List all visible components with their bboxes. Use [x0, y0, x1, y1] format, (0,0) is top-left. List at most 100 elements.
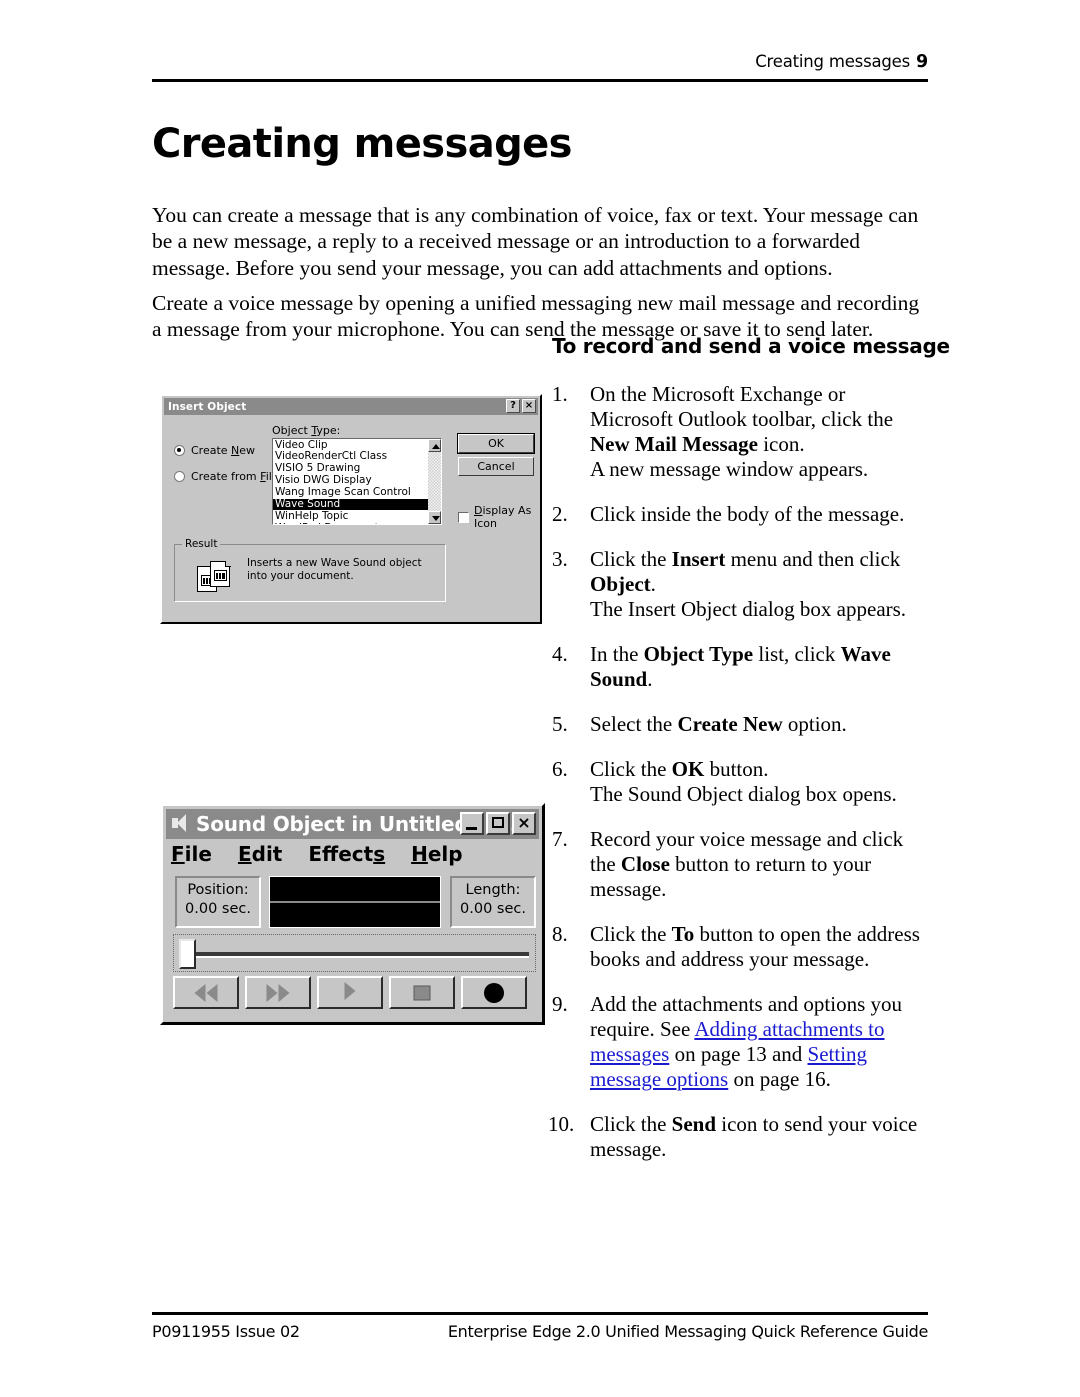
page-number: 9	[916, 52, 928, 72]
waveform-midline	[270, 901, 440, 903]
step-run: on page 16.	[728, 1067, 831, 1091]
step-run: menu and then click	[725, 547, 901, 571]
close-icon[interactable]: ×	[522, 399, 536, 413]
procedure-step: 1. On the Microsoft Exchange or Microsoft…	[552, 382, 928, 482]
menu-effects[interactable]: Effects	[308, 842, 385, 866]
radio-create-new[interactable]: Create New	[174, 444, 255, 457]
footer-document-code: P0911955 Issue 02	[152, 1322, 300, 1341]
step-number: 4.	[552, 642, 568, 666]
step-run: On the Microsoft Exchange or Microsoft O…	[590, 382, 894, 431]
object-type-item[interactable]: Wave Sound	[273, 498, 429, 511]
step-number: 2.	[552, 502, 568, 526]
procedure-step: 7. Record your voice message and click th…	[552, 827, 928, 902]
step-emphasis: Send	[671, 1112, 717, 1136]
procedure-step-list: 1. On the Microsoft Exchange or Microsoft…	[548, 382, 928, 1182]
listbox-scrollbar[interactable]	[428, 439, 441, 524]
cancel-button[interactable]: Cancel	[458, 457, 534, 476]
step-text: Click the Send icon to send your voice m…	[590, 1112, 917, 1161]
radio-create-new-label: Create New	[191, 444, 256, 457]
sound-object-menubar: File Edit Effects Help	[171, 842, 463, 866]
length-panel: Length: 0.00 sec.	[450, 876, 536, 928]
sound-object-dialog: Sound Object in Untitled - M... × File E…	[160, 803, 545, 1025]
scrollbar-track[interactable]	[428, 452, 441, 511]
step-result-text: The Sound Object dialog box opens.	[590, 782, 897, 806]
object-type-item[interactable]: Video Clip	[273, 439, 429, 451]
step-emphasis: OK	[671, 757, 705, 781]
position-value: 0.00 sec.	[185, 901, 251, 917]
fast-forward-icon	[266, 983, 290, 1002]
record-icon	[484, 982, 504, 1003]
result-description: Inserts a new Wave Sound object into you…	[247, 557, 422, 582]
object-type-item[interactable]: WinHelp Topic	[273, 510, 429, 522]
rewind-icon	[194, 983, 218, 1002]
forward-button[interactable]	[245, 976, 311, 1009]
object-type-listbox[interactable]: Video Clip VideoRenderCtl Class VISIO 5 Dr…	[272, 438, 442, 525]
step-text: Click inside the body of the message.	[590, 502, 904, 526]
position-slider[interactable]	[173, 934, 536, 972]
object-type-item[interactable]: Wang Image Scan Control	[273, 487, 429, 499]
step-emphasis: New Mail Message	[590, 432, 758, 456]
menu-edit[interactable]: Edit	[238, 842, 282, 866]
stop-icon	[413, 985, 431, 1000]
sound-object-titlebar: Sound Object in Untitled - M... ×	[166, 809, 539, 839]
radio-create-from-file[interactable]: Create from File	[174, 470, 279, 483]
stop-button[interactable]	[389, 976, 455, 1009]
procedure-step: 9. Add the attachments and options you re…	[552, 992, 928, 1092]
wave-sound-document-icon	[197, 560, 235, 593]
radio-create-from-file-label: Create from File	[191, 470, 279, 483]
scroll-down-icon[interactable]	[428, 511, 441, 524]
step-result-text: A new message window appears.	[590, 457, 869, 481]
close-icon[interactable]: ×	[512, 812, 536, 835]
step-run: .	[647, 667, 653, 691]
minimize-icon[interactable]	[460, 812, 484, 835]
radio-create-from-file-dot	[174, 471, 185, 482]
running-head-text: Creating messages	[755, 52, 911, 71]
chart-chip-front	[213, 570, 227, 581]
step-emphasis: Insert	[671, 547, 726, 571]
step-text: On the Microsoft Exchange or Microsoft O…	[590, 382, 893, 456]
slider-track	[182, 952, 529, 958]
procedure-step: 5. Select the Create New option.	[552, 712, 928, 737]
procedure-step: 6. Click the OK button. The Sound Object d…	[552, 757, 928, 807]
procedure-step: 4. In the Object Type list, click Wave So…	[552, 642, 928, 692]
object-type-item[interactable]: WordPad Document	[273, 522, 429, 524]
transport-controls	[173, 976, 527, 1009]
step-number: 1.	[552, 382, 568, 406]
length-value: 0.00 sec.	[460, 901, 526, 917]
slider-thumb[interactable]	[179, 939, 196, 969]
step-text: Click the To button to open the address …	[590, 922, 920, 971]
step-run: button.	[704, 757, 769, 781]
step-emphasis: To	[671, 922, 695, 946]
object-type-item[interactable]: Visio DWG Display	[273, 475, 429, 487]
step-text: Add the attachments and options you requ…	[590, 992, 902, 1091]
record-button[interactable]	[461, 976, 527, 1009]
play-button[interactable]	[317, 976, 383, 1009]
display-as-icon-checkbox[interactable]: Display As Icon	[458, 504, 540, 530]
menu-file[interactable]: File	[171, 842, 212, 866]
procedure-step: 2. Click inside the body of the message.	[552, 502, 928, 527]
help-icon[interactable]: ?	[506, 399, 520, 413]
object-type-item[interactable]: VISIO 5 Drawing	[273, 463, 429, 475]
object-type-item[interactable]: VideoRenderCtl Class	[273, 451, 429, 463]
footer-divider	[152, 1312, 928, 1315]
speaker-icon	[170, 813, 190, 835]
scroll-up-icon[interactable]	[428, 439, 441, 452]
length-label: Length:	[465, 882, 521, 898]
menu-help[interactable]: Help	[411, 842, 463, 866]
step-run: Click the	[590, 547, 672, 571]
position-panel: Position: 0.00 sec.	[175, 876, 261, 928]
radio-create-new-dot	[174, 445, 185, 456]
step-emphasis: Close	[620, 852, 670, 876]
step-number: 7.	[552, 827, 568, 851]
step-run: Click the	[590, 922, 672, 946]
maximize-icon[interactable]	[486, 812, 510, 835]
step-number: 9.	[552, 992, 568, 1016]
object-type-items: Video Clip VideoRenderCtl Class VISIO 5 Dr…	[273, 439, 429, 524]
intro-paragraph-1: You can create a message that is any com…	[152, 202, 919, 280]
step-run: list, click	[753, 642, 841, 666]
ok-button[interactable]: OK	[457, 433, 535, 454]
step-emphasis: Object Type	[643, 642, 754, 666]
rewind-button[interactable]	[173, 976, 239, 1009]
step-text: Select the Create New option.	[590, 712, 847, 736]
result-group-label: Result	[182, 538, 221, 550]
